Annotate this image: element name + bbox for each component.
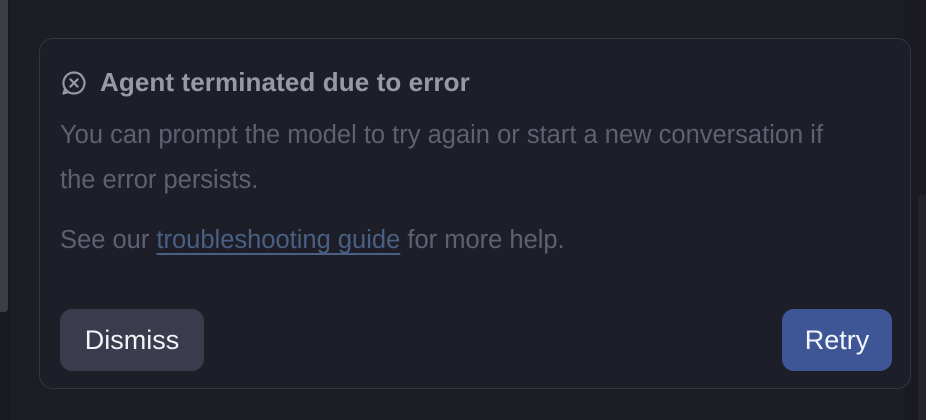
help-suffix: for more help. (407, 226, 565, 254)
help-text: See our troubleshooting guide for more h… (60, 219, 565, 261)
retry-button[interactable]: Retry (782, 309, 892, 371)
troubleshooting-guide-link[interactable]: troubleshooting guide (156, 226, 400, 254)
dismiss-button[interactable]: Dismiss (60, 309, 204, 371)
error-title: Agent terminated due to error (100, 67, 470, 97)
chat-bubble-x-icon (60, 69, 88, 97)
right-scrollbar-thumb[interactable] (918, 195, 926, 420)
error-message: You can prompt the model to try again or… (60, 121, 824, 194)
help-prefix: See our (60, 226, 150, 254)
left-scrollbar[interactable] (0, 0, 10, 420)
error-card: Agent terminated due to error You can pr… (39, 38, 911, 389)
left-scrollbar-thumb[interactable] (0, 0, 8, 312)
error-card-header: Agent terminated due to error (60, 67, 470, 98)
